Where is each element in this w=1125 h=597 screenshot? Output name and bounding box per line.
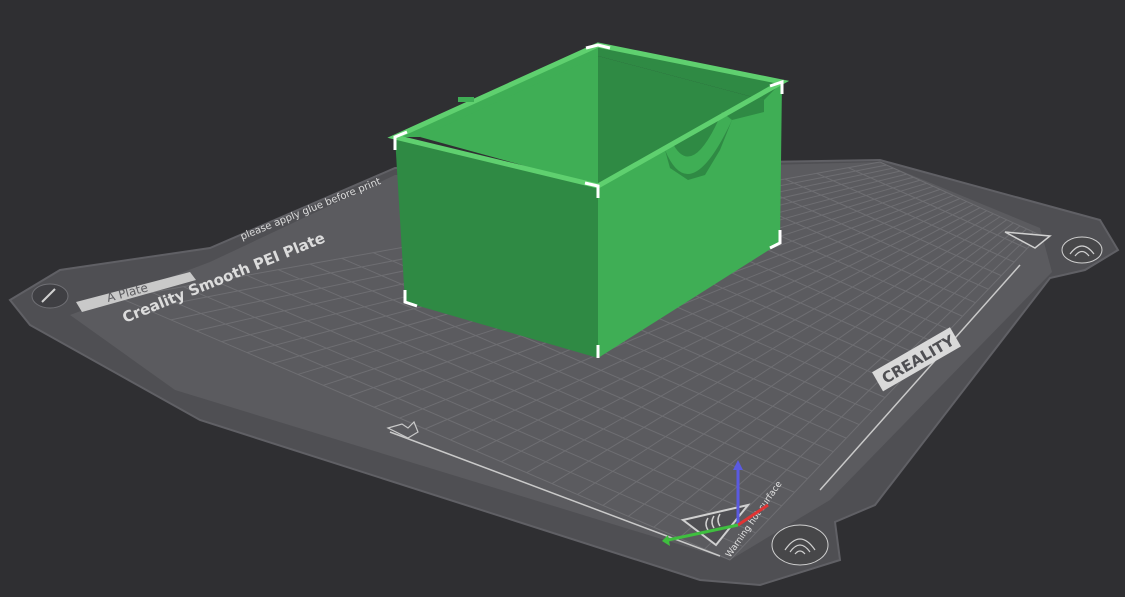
- pencil-icon[interactable]: [31, 283, 69, 309]
- model-handle-marker: [458, 97, 474, 102]
- pencil-icon-bg: [31, 283, 69, 309]
- fingerprint-icon: [771, 524, 829, 566]
- 3d-viewport[interactable]: A Plate Creality Smooth PEI Plate please…: [0, 0, 1125, 593]
- fingerprint-back-icon: [1061, 236, 1103, 264]
- scene[interactable]: A Plate Creality Smooth PEI Plate please…: [0, 0, 1125, 593]
